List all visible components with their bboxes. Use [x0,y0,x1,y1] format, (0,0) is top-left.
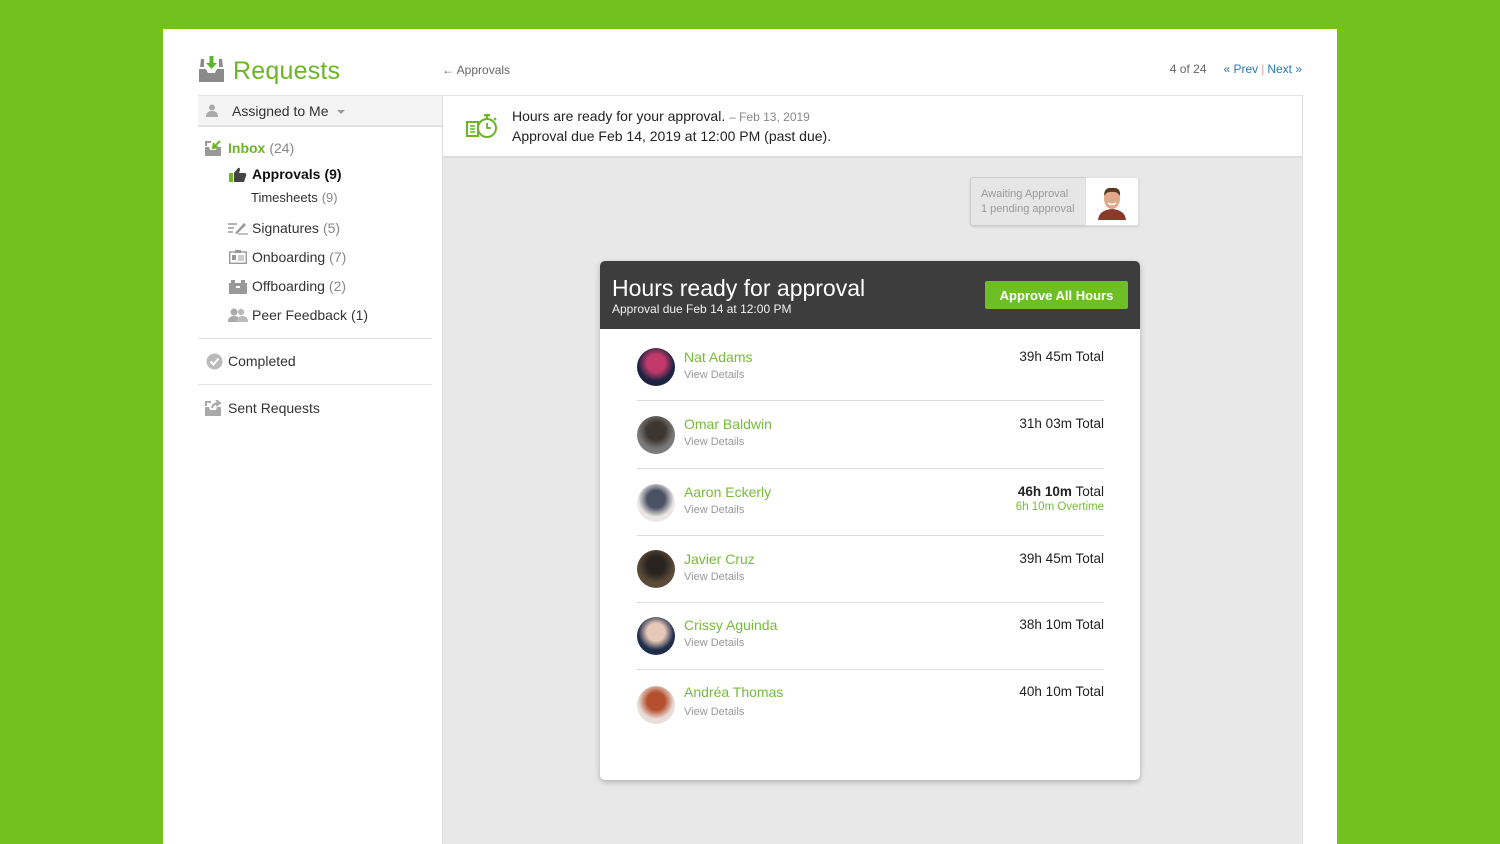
timesheet-stopwatch-icon [466,114,497,138]
signature-icon [228,220,248,236]
chevron-down-icon [336,109,345,114]
employee-name-link[interactable]: Omar Baldwin [684,416,772,432]
check-circle-icon [204,353,224,369]
sidebar-item-sent-requests[interactable]: Sent Requests [204,399,320,416]
employee-avatar[interactable] [637,416,675,454]
employee-avatar[interactable] [637,617,675,655]
sidebar-item-approvals[interactable]: Approvals (9) [228,166,342,182]
sidebar-item-offboarding[interactable]: Offboarding (2) [228,278,346,294]
employee-avatar[interactable] [637,686,675,724]
employee-row: Aaron Eckerly View Details 46h 10m Total… [637,469,1104,536]
people-icon [228,307,248,323]
employee-name-link[interactable]: Crissy Aguinda [684,617,777,633]
pager: 4 of 24 « Prev | Next » [1170,62,1302,76]
view-details-link[interactable]: View Details [684,706,744,718]
page-title: Requests [233,57,341,85]
awaiting-approval-badge[interactable]: Awaiting Approval 1 pending approval [970,177,1139,226]
hours-total: 39h 45m Total [1019,349,1104,364]
sidebar-item-signatures[interactable]: Signatures (5) [228,220,340,236]
back-to-approvals-link[interactable]: ← Approvals [442,63,510,77]
sidebar-item-completed[interactable]: Completed [204,353,296,369]
hours-approval-card: Hours ready for approval Approval due Fe… [600,261,1140,780]
hours-total: 40h 10m Total [1019,684,1104,699]
sidebar-item-timesheets[interactable]: Timesheets (9) [251,190,338,205]
approve-all-hours-button[interactable]: Approve All Hours [985,281,1128,309]
employee-row: Omar Baldwin View Details 31h 03m Total [637,401,1104,469]
inbox-download-icon [199,55,224,82]
sidebar: Assigned to Me Inbox (24) Approvals (9) … [198,95,442,416]
view-details-link[interactable]: View Details [684,369,744,381]
overtime-hours: 6h 10m Overtime [1015,501,1104,513]
next-link[interactable]: Next » [1267,62,1302,76]
approval-notice: Hours are ready for your approval. – Feb… [443,95,1302,158]
employee-name-link[interactable]: Aaron Eckerly [684,484,771,500]
assigned-filter-dropdown[interactable]: Assigned to Me [198,95,442,127]
sidebar-divider [198,384,432,385]
person-icon [206,104,218,117]
view-details-link[interactable]: View Details [684,436,744,448]
outbox-icon [204,399,224,416]
briefcase-icon [228,278,248,294]
employee-name-link[interactable]: Andréa Thomas [684,684,783,700]
awaiting-status: Awaiting Approval [981,188,1069,200]
sidebar-item-onboarding[interactable]: Onboarding (7) [228,249,346,265]
employee-row: Javier Cruz View Details 39h 45m Total [637,536,1104,603]
notice-date: – Feb 13, 2019 [729,109,810,124]
employee-list: Nat Adams View Details 39h 45m Total Oma… [600,329,1140,740]
employee-avatar[interactable] [637,550,675,588]
approver-avatar [1098,187,1126,220]
pager-position: 4 of 24 [1169,62,1207,76]
thumbs-up-icon [228,166,248,182]
employee-row: Crissy Aguinda View Details 38h 10m Tota… [637,603,1104,670]
notice-message: Hours are ready for your approval. [512,107,726,124]
id-card-icon [228,249,248,265]
prev-link[interactable]: « Prev [1224,62,1259,76]
sidebar-divider [198,338,432,339]
hours-total: 31h 03m Total [1019,416,1104,431]
sidebar-item-inbox[interactable]: Inbox (24) [204,139,294,156]
view-details-link[interactable]: View Details [684,571,744,583]
awaiting-pending-count: 1 pending approval [981,203,1075,215]
view-details-link[interactable]: View Details [684,504,744,516]
page: Requests ← Approvals 4 of 24 « Prev | Ne… [163,29,1337,844]
hours-total: 46h 10m Total [1017,484,1104,499]
notice-due: Approval due Feb 14, 2019 at 12:00 PM (p… [512,127,832,144]
brand: Requests [198,51,340,86]
employee-name-link[interactable]: Javier Cruz [684,551,755,567]
employee-row: Andréa Thomas View Details 40h 10m Total [637,670,1104,740]
main-panel: Hours are ready for your approval. – Feb… [442,95,1303,844]
hours-total: 38h 10m Total [1019,617,1104,632]
inbox-icon [204,139,224,156]
employee-avatar[interactable] [637,484,675,522]
pager-separator: | [1261,62,1265,76]
employee-name-link[interactable]: Nat Adams [684,349,752,365]
sidebar-item-peer-feedback[interactable]: Peer Feedback (1) [228,307,368,323]
hours-total: 39h 45m Total [1019,551,1104,566]
employee-avatar[interactable] [637,348,675,386]
employee-row: Nat Adams View Details 39h 45m Total [637,333,1104,401]
assigned-filter-label: Assigned to Me [232,102,329,119]
card-header: Hours ready for approval Approval due Fe… [600,261,1140,329]
view-details-link[interactable]: View Details [684,637,744,649]
